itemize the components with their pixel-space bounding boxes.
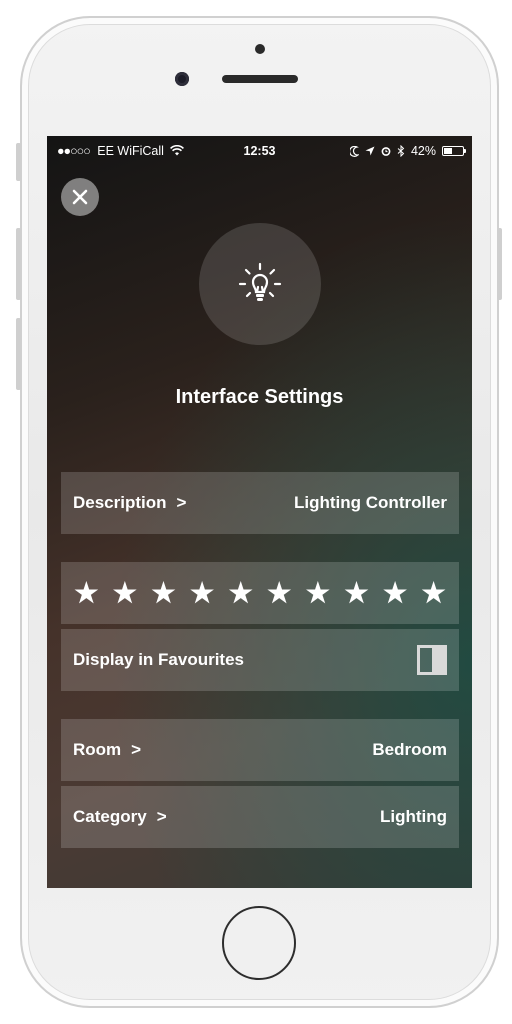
rating-star-icon[interactable]: ★: [74, 579, 98, 607]
description-value: Lighting Controller: [294, 493, 447, 512]
lightbulb-icon: [238, 262, 282, 301]
location-arrow-icon: [365, 146, 375, 156]
rating-star-icon[interactable]: ★: [113, 579, 137, 607]
rating-star-icon[interactable]: ★: [422, 579, 446, 607]
rating-star-icon[interactable]: ★: [151, 579, 175, 607]
close-icon: [72, 189, 88, 205]
bluetooth-icon: [397, 145, 405, 157]
category-label-group: Category >: [73, 807, 167, 827]
room-label-group: Room >: [73, 740, 141, 760]
front-camera: [175, 72, 189, 86]
room-row[interactable]: Room > Bedroom: [61, 719, 459, 781]
chevron-right-icon: >: [131, 740, 142, 759]
status-icons: 42%: [349, 144, 466, 158]
category-row[interactable]: Category > Lighting: [61, 786, 459, 848]
rating-star-icon[interactable]: ★: [267, 579, 291, 607]
battery-percent: 42%: [410, 144, 436, 158]
rating-star-icon[interactable]: ★: [344, 579, 368, 607]
device-icon-badge: [199, 223, 321, 345]
rating-star-icon[interactable]: ★: [190, 579, 214, 607]
chevron-right-icon: >: [156, 807, 167, 826]
rating-stars: ★ ★ ★ ★ ★ ★ ★ ★ ★ ★: [61, 562, 459, 624]
favourites-toggle[interactable]: [417, 645, 447, 675]
description-label: Description: [73, 493, 167, 512]
rating-star-icon[interactable]: ★: [383, 579, 407, 607]
mute-switch: [16, 143, 21, 181]
battery-icon: [442, 146, 466, 156]
description-label-group: Description >: [73, 493, 186, 513]
proximity-sensor: [255, 44, 265, 54]
volume-down-button: [16, 318, 21, 390]
power-button: [497, 228, 502, 300]
toggle-knob: [432, 648, 444, 672]
favourites-row[interactable]: Display in Favourites: [61, 629, 459, 691]
description-row[interactable]: Description > Lighting Controller: [61, 472, 459, 534]
alarm-icon: [381, 147, 391, 156]
category-label: Category: [73, 807, 147, 826]
page-title: Interface Settings: [175, 386, 344, 408]
volume-up-button: [16, 228, 21, 300]
close-button[interactable]: [61, 178, 99, 216]
earpiece-speaker: [222, 75, 298, 83]
favourites-label: Display in Favourites: [73, 650, 244, 669]
rating-star-icon[interactable]: ★: [229, 579, 253, 607]
status-bar: ●●○○○ EE WiFiCall 12:53 42%: [47, 136, 472, 166]
app-screen: ●●○○○ EE WiFiCall 12:53 42% Interface Se…: [47, 136, 472, 888]
category-value: Lighting: [379, 807, 447, 826]
home-button[interactable]: [222, 906, 296, 980]
rating-star-icon[interactable]: ★: [306, 579, 330, 607]
room-value: Bedroom: [372, 740, 447, 759]
room-label: Room: [73, 740, 122, 759]
moon-icon: [349, 145, 359, 157]
chevron-right-icon: >: [176, 493, 187, 512]
